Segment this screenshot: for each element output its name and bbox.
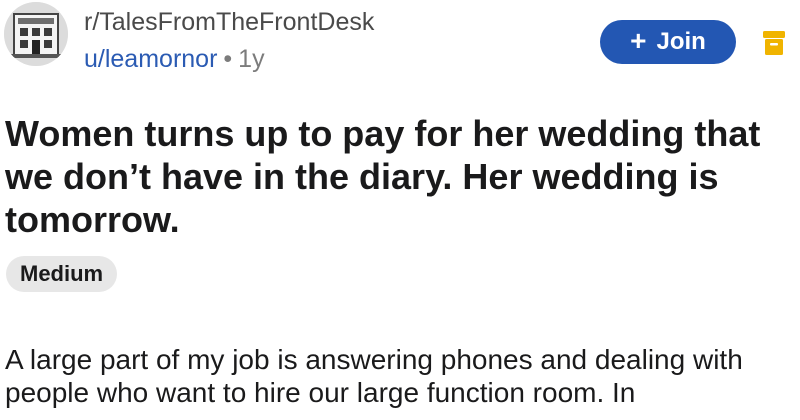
- post-age: 1y: [238, 45, 265, 73]
- post-body: A large part of my job is answering phon…: [5, 344, 743, 408]
- join-label: Join: [656, 28, 706, 55]
- post-flair[interactable]: Medium: [6, 256, 118, 292]
- post-title[interactable]: Women turns up to pay for her wedding th…: [5, 112, 785, 241]
- plus-icon: +: [630, 25, 647, 56]
- subreddit-avatar[interactable]: [4, 2, 68, 66]
- meta-separator: •: [223, 45, 233, 73]
- archive-icon[interactable]: [762, 30, 786, 56]
- subreddit-name[interactable]: r/TalesFromTheFrontDesk: [84, 7, 374, 37]
- hotel-building-icon: [4, 2, 68, 66]
- post-meta: u/leamornor • 1y: [84, 44, 265, 74]
- join-button[interactable]: + Join: [600, 20, 736, 64]
- author-link[interactable]: u/leamornor: [84, 45, 217, 73]
